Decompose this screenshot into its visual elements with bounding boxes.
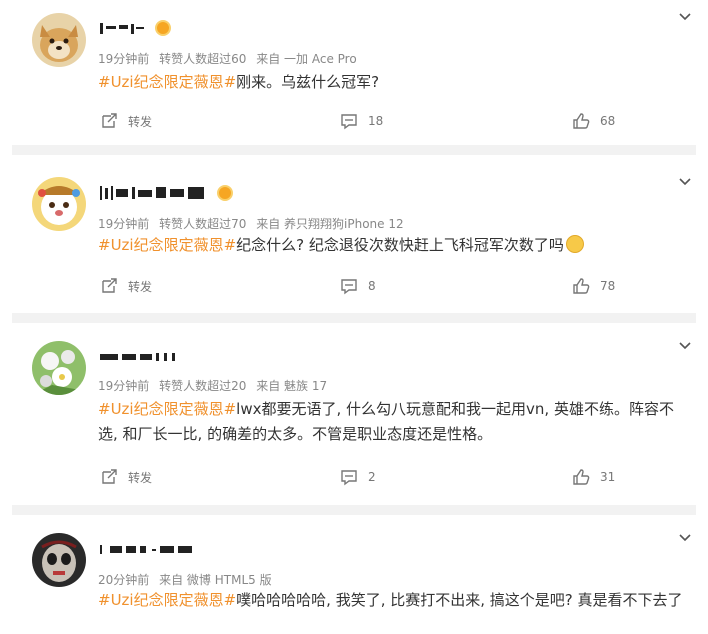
post-card: 19分钟前 转赞人数超过60 来自 一加 Ace Pro #Uzi纪念限定薇恩#… bbox=[0, 0, 708, 145]
username[interactable] bbox=[98, 347, 198, 367]
username-obscured bbox=[100, 185, 204, 200]
chevron-down-icon[interactable] bbox=[678, 531, 692, 545]
hashtag-link[interactable]: #Uzi纪念限定薇恩# bbox=[98, 400, 236, 418]
likes-note: 转赞人数超过70 bbox=[159, 217, 247, 231]
comment-count: 8 bbox=[368, 279, 376, 293]
thumbs-up-icon bbox=[573, 113, 590, 129]
post-text: #Uzi纪念限定薇恩#纪念什么? 纪念退役次数快赶上飞科冠军次数了吗 bbox=[98, 233, 688, 258]
post-meta: 19分钟前 转赞人数超过20 来自 魅族 17 bbox=[98, 377, 333, 394]
post-actions: 转发 18 68 bbox=[0, 110, 708, 132]
thumbs-up-icon bbox=[573, 469, 590, 485]
post-time: 19分钟前 bbox=[98, 52, 150, 66]
hashtag-link[interactable]: #Uzi纪念限定薇恩# bbox=[98, 73, 236, 91]
comment-icon bbox=[341, 279, 357, 295]
thinking-emoji-icon bbox=[565, 235, 584, 253]
likes-note: 转赞人数超过20 bbox=[159, 379, 247, 393]
repost-icon bbox=[102, 278, 117, 293]
likes-note: 转赞人数超过60 bbox=[159, 52, 247, 66]
repost-button[interactable]: 转发 bbox=[100, 110, 152, 132]
hashtag-link[interactable]: #Uzi纪念限定薇恩# bbox=[98, 236, 236, 254]
chevron-down-icon[interactable] bbox=[678, 175, 692, 189]
repost-label: 转发 bbox=[128, 114, 153, 129]
like-count: 31 bbox=[600, 470, 616, 484]
comment-button[interactable]: 2 bbox=[340, 466, 376, 488]
post-source: 来自 微博 HTML5 版 bbox=[159, 573, 272, 587]
vip-badge-icon bbox=[155, 19, 172, 36]
post-meta: 20分钟前 来自 微博 HTML5 版 bbox=[98, 571, 278, 588]
post-time: 20分钟前 bbox=[98, 573, 150, 587]
vip-badge-icon bbox=[217, 184, 234, 201]
comment-button[interactable]: 18 bbox=[340, 110, 383, 132]
post-card: 20分钟前 来自 微博 HTML5 版 #Uzi纪念限定薇恩#噗哈哈哈哈哈, 我… bbox=[0, 515, 708, 634]
repost-button[interactable]: 转发 bbox=[100, 466, 152, 488]
like-button[interactable]: 78 bbox=[572, 275, 615, 297]
avatar[interactable] bbox=[32, 13, 86, 67]
post-source: 来自 养只翔翔狗iPhone 12 bbox=[256, 217, 404, 231]
post-text: #Uzi纪念限定薇恩#刚来。乌兹什么冠军? bbox=[98, 70, 688, 95]
post-text: #Uzi纪念限定薇恩#噗哈哈哈哈哈, 我笑了, 比赛打不出来, 搞这个是吧? 真… bbox=[98, 588, 688, 613]
username[interactable] bbox=[98, 18, 172, 38]
post-meta: 19分钟前 转赞人数超过60 来自 一加 Ace Pro bbox=[98, 50, 363, 67]
repost-label: 转发 bbox=[128, 279, 153, 294]
hashtag-link[interactable]: #Uzi纪念限定薇恩# bbox=[98, 591, 236, 609]
chevron-down-icon[interactable] bbox=[678, 339, 692, 353]
repost-icon bbox=[102, 469, 117, 484]
post-actions: 转发 2 31 bbox=[0, 466, 708, 488]
comment-count: 2 bbox=[368, 470, 376, 484]
post-source: 来自 一加 Ace Pro bbox=[256, 52, 357, 66]
post-card: 19分钟前 转赞人数超过20 来自 魅族 17 #Uzi纪念限定薇恩#lwx都要… bbox=[0, 323, 708, 505]
username-obscured bbox=[100, 544, 192, 554]
comment-count: 18 bbox=[368, 114, 384, 128]
divider bbox=[12, 145, 696, 155]
post-body: 刚来。乌兹什么冠军? bbox=[236, 73, 380, 91]
like-button[interactable]: 68 bbox=[572, 110, 615, 132]
comment-icon bbox=[341, 114, 357, 130]
comment-icon bbox=[341, 470, 357, 486]
divider bbox=[12, 313, 696, 323]
like-count: 78 bbox=[600, 279, 616, 293]
username[interactable] bbox=[98, 183, 234, 203]
post-meta: 19分钟前 转赞人数超过70 来自 养只翔翔狗iPhone 12 bbox=[98, 215, 410, 232]
post-time: 19分钟前 bbox=[98, 217, 150, 231]
username-obscured bbox=[100, 22, 144, 34]
username[interactable] bbox=[98, 539, 208, 559]
post-body: 噗哈哈哈哈哈, 我笑了, 比赛打不出来, 搞这个是吧? 真是看不下去了 bbox=[236, 591, 683, 609]
avatar[interactable] bbox=[32, 533, 86, 587]
post-actions: 转发 8 78 bbox=[0, 275, 708, 297]
like-count: 68 bbox=[600, 114, 616, 128]
post-card: 19分钟前 转赞人数超过70 来自 养只翔翔狗iPhone 12 #Uzi纪念限… bbox=[0, 155, 708, 313]
repost-label: 转发 bbox=[128, 470, 153, 485]
avatar[interactable] bbox=[32, 177, 86, 231]
post-time: 19分钟前 bbox=[98, 379, 150, 393]
post-body: 纪念什么? 纪念退役次数快赶上飞科冠军次数了吗 bbox=[236, 236, 564, 254]
avatar[interactable] bbox=[32, 341, 86, 395]
like-button[interactable]: 31 bbox=[572, 466, 615, 488]
repost-button[interactable]: 转发 bbox=[100, 275, 152, 297]
chevron-down-icon[interactable] bbox=[678, 10, 692, 24]
comment-button[interactable]: 8 bbox=[340, 275, 376, 297]
username-obscured bbox=[100, 352, 175, 361]
thumbs-up-icon bbox=[573, 278, 590, 294]
repost-icon bbox=[102, 113, 117, 128]
divider bbox=[12, 505, 696, 515]
post-source: 来自 魅族 17 bbox=[256, 379, 328, 393]
post-text: #Uzi纪念限定薇恩#lwx都要无语了, 什么勾八玩意配和我一起用vn, 英雄不… bbox=[98, 397, 688, 447]
